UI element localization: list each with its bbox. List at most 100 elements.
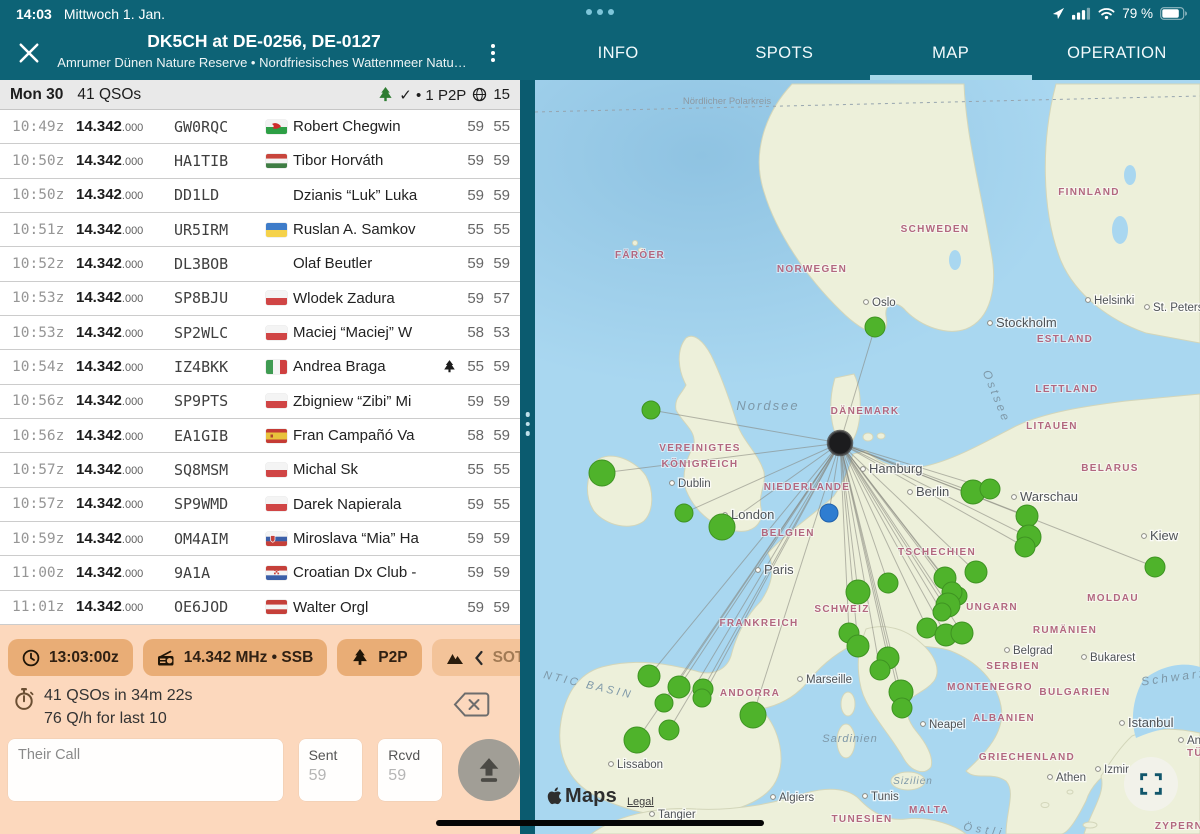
tab-bar: INFO SPOTS MAP OPERATION bbox=[535, 27, 1200, 80]
svg-text:NORWEGEN: NORWEGEN bbox=[777, 264, 847, 275]
chip-14-342-mhz-ssb[interactable]: 14.342 MHz • SSB bbox=[143, 639, 327, 676]
qso-log-row[interactable]: 10:49z 14.342.000 GW0RQC Robert Chegwin … bbox=[0, 110, 520, 144]
qso-callsign: IZ4BKK bbox=[174, 358, 266, 376]
qso-map[interactable]: Nördlicher PolarkreisNordseeOstseeSardin… bbox=[535, 80, 1200, 834]
rst-sent-input[interactable]: Sent 59 bbox=[299, 739, 363, 801]
qso-map-marker[interactable] bbox=[847, 635, 869, 657]
qso-log-row[interactable]: 10:50z 14.342.000 DD1LD Dzianis “Luk” Lu… bbox=[0, 179, 520, 213]
qso-operator-name: Zbigniew “Zibi” Mi bbox=[293, 393, 440, 410]
svg-text:SERBIEN: SERBIEN bbox=[986, 661, 1040, 672]
qso-log-row[interactable]: 10:53z 14.342.000 SP2WLC Maciej “Maciej”… bbox=[0, 316, 520, 350]
home-indicator[interactable] bbox=[436, 820, 764, 826]
qso-frequency: 14.342.000 bbox=[76, 495, 174, 513]
rst-rcvd: 59 bbox=[484, 358, 510, 375]
qso-map-marker[interactable] bbox=[1145, 557, 1165, 577]
chip-p2p[interactable]: P2P bbox=[337, 639, 421, 676]
tab-map[interactable]: MAP bbox=[868, 27, 1034, 80]
qso-time: 11:01z bbox=[12, 599, 76, 615]
qso-map-marker[interactable] bbox=[917, 618, 937, 638]
tab-info[interactable]: INFO bbox=[535, 27, 701, 80]
divider-drag-handle-icon[interactable] bbox=[525, 412, 530, 436]
country-flag-icon bbox=[266, 429, 293, 443]
svg-text:KÖNIGREICH: KÖNIGREICH bbox=[662, 457, 739, 470]
tab-spots[interactable]: SPOTS bbox=[701, 27, 867, 80]
globe-icon bbox=[472, 87, 487, 102]
qso-map-marker[interactable] bbox=[709, 514, 735, 540]
maps-wordmark: Maps bbox=[565, 785, 617, 808]
qso-map-marker[interactable] bbox=[655, 694, 673, 712]
qso-map-marker[interactable] bbox=[892, 698, 912, 718]
qso-log-row[interactable]: 10:53z 14.342.000 SP8BJU Wlodek Zadura 5… bbox=[0, 282, 520, 316]
qso-time: 10:56z bbox=[12, 393, 76, 409]
close-icon[interactable] bbox=[18, 42, 40, 64]
svg-text:SCHWEDEN: SCHWEDEN bbox=[901, 224, 970, 235]
qso-log-row[interactable]: 10:57z 14.342.000 SQ8MSM Michal Sk 55 55 bbox=[0, 453, 520, 487]
qso-map-marker[interactable] bbox=[589, 460, 615, 486]
qso-map-marker[interactable] bbox=[624, 727, 650, 753]
qso-map-marker[interactable] bbox=[1015, 537, 1035, 557]
qso-map-marker[interactable] bbox=[965, 561, 987, 583]
log-day-header[interactable]: Mon 30 41 QSOs ✓ • 1 P2P 15 bbox=[0, 80, 520, 110]
rst-rcvd-input[interactable]: Rcvd 59 bbox=[378, 739, 442, 801]
rst-sent: 59 bbox=[458, 118, 484, 135]
qso-map-marker[interactable] bbox=[980, 479, 1000, 499]
qso-map-marker[interactable] bbox=[878, 573, 898, 593]
svg-text:Lissabon: Lissabon bbox=[617, 759, 663, 771]
tree-icon bbox=[351, 649, 369, 667]
backspace-icon[interactable] bbox=[453, 691, 490, 718]
their-call-input[interactable]: Their Call bbox=[8, 739, 283, 801]
qso-callsign: SP2WLC bbox=[174, 324, 266, 342]
more-menu-icon[interactable] bbox=[484, 40, 502, 66]
qso-map-marker[interactable] bbox=[1016, 505, 1038, 527]
quick-setting-chips: 13:03:00z 14.342 MHz • SSB P2P SOTA bbox=[8, 639, 520, 676]
qso-operator-name: Robert Chegwin bbox=[293, 118, 440, 135]
svg-text:VEREINIGTES: VEREINIGTES bbox=[659, 443, 741, 454]
qso-log-row[interactable]: 10:52z 14.342.000 DL3BOB Olaf Beutler 59… bbox=[0, 247, 520, 281]
qso-operator-name: Olaf Beutler bbox=[293, 255, 440, 272]
qso-log-row[interactable]: 10:57z 14.342.000 SP9WMD Darek Napierala… bbox=[0, 488, 520, 522]
qso-log-row[interactable]: 10:54z 14.342.000 IZ4BKK Andrea Braga 55… bbox=[0, 350, 520, 384]
qso-operator-name: Andrea Braga bbox=[293, 358, 440, 375]
qso-log-row[interactable]: 10:59z 14.342.000 OM4AIM Miroslava “Mia”… bbox=[0, 522, 520, 556]
tab-operation[interactable]: OPERATION bbox=[1034, 27, 1200, 80]
entry-panel: 13:03:00z14.342 MHz • SSBP2PSOTA 41 QSOs… bbox=[0, 625, 520, 834]
qso-frequency: 14.342.000 bbox=[76, 392, 174, 410]
stopwatch-icon bbox=[14, 688, 34, 710]
qso-map-marker[interactable] bbox=[638, 665, 660, 687]
qso-map-marker[interactable] bbox=[870, 660, 890, 680]
svg-text:Paris: Paris bbox=[764, 562, 794, 577]
qso-log-row[interactable]: 11:01z 14.342.000 OE6JOD Walter Orgl 59 … bbox=[0, 591, 520, 625]
multitask-indicator-icon[interactable] bbox=[586, 9, 614, 15]
qso-log-row[interactable]: 10:56z 14.342.000 EA1GIB Fran Campañó Va… bbox=[0, 419, 520, 453]
qso-map-marker[interactable] bbox=[865, 317, 885, 337]
qso-map-marker[interactable] bbox=[740, 702, 766, 728]
qso-time: 10:52z bbox=[12, 256, 76, 272]
qso-callsign: DL3BOB bbox=[174, 255, 266, 273]
qso-log-row[interactable]: 10:50z 14.342.000 HA1TIB Tibor Horváth 5… bbox=[0, 144, 520, 178]
qso-map-marker[interactable] bbox=[642, 401, 660, 419]
map-fullscreen-button[interactable] bbox=[1124, 757, 1178, 811]
qso-map-marker-blue[interactable] bbox=[820, 504, 838, 522]
qso-map-marker[interactable] bbox=[933, 603, 951, 621]
svg-text:Nördlicher Polarkreis: Nördlicher Polarkreis bbox=[683, 96, 771, 107]
rst-sent: 59 bbox=[458, 496, 484, 513]
svg-text:FINNLAND: FINNLAND bbox=[1058, 187, 1120, 198]
qso-map-marker[interactable] bbox=[951, 622, 973, 644]
qso-log-row[interactable]: 10:51z 14.342.000 UR5IRM Ruslan A. Samko… bbox=[0, 213, 520, 247]
qso-map-marker[interactable] bbox=[846, 580, 870, 604]
qso-map-marker[interactable] bbox=[675, 504, 693, 522]
map-legal-link[interactable]: Legal bbox=[627, 796, 654, 808]
qso-operator-name: Tibor Horváth bbox=[293, 152, 440, 169]
qso-log-row[interactable]: 11:00z 14.342.000 9A1A Croatian Dx Club … bbox=[0, 556, 520, 590]
qso-map-marker[interactable] bbox=[659, 720, 679, 740]
chip-sota[interactable]: SOTA bbox=[432, 639, 520, 676]
svg-text:Tunis: Tunis bbox=[871, 791, 899, 803]
station-map-marker[interactable] bbox=[828, 431, 852, 455]
qso-map-marker[interactable] bbox=[693, 689, 711, 707]
qso-log-row[interactable]: 10:56z 14.342.000 SP9PTS Zbigniew “Zibi”… bbox=[0, 385, 520, 419]
log-qso-button[interactable] bbox=[458, 739, 520, 801]
qso-map-marker[interactable] bbox=[668, 676, 690, 698]
rst-rcvd: 55 bbox=[484, 221, 510, 238]
qso-callsign: SP9WMD bbox=[174, 495, 266, 513]
chip-13-03-00z[interactable]: 13:03:00z bbox=[8, 639, 133, 676]
